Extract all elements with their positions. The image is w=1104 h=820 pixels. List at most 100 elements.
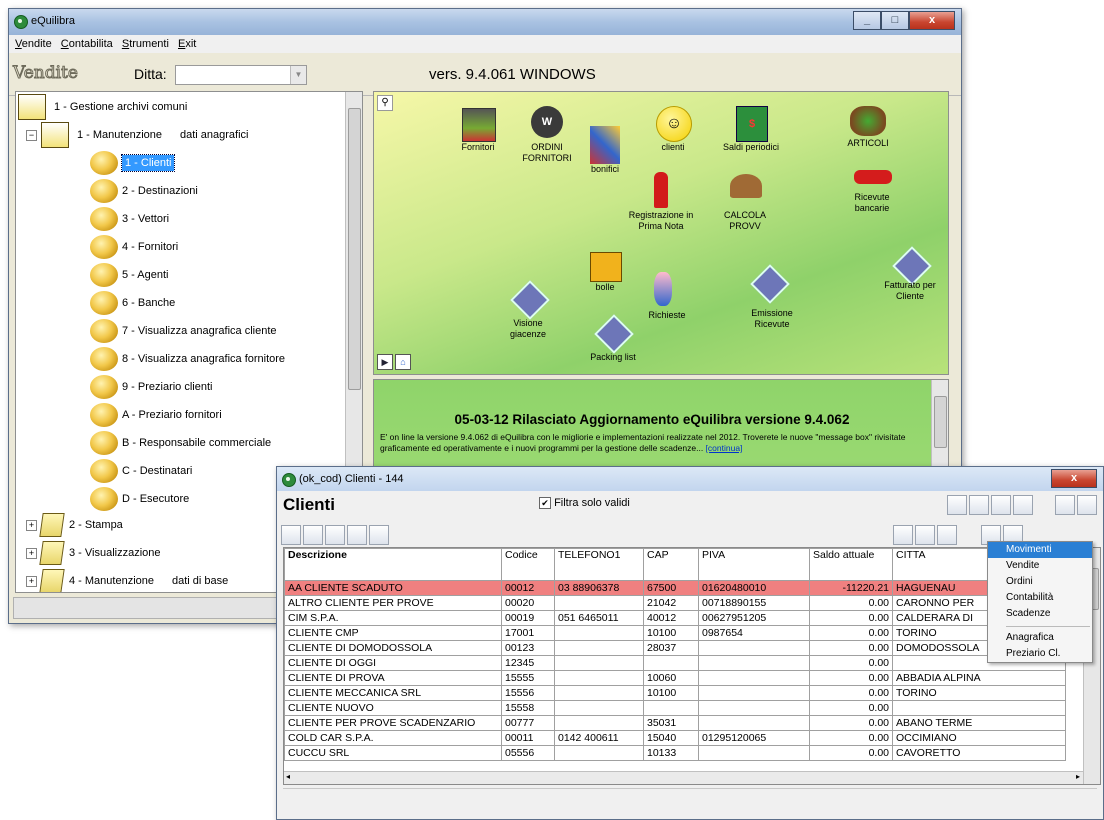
packing-icon[interactable] (594, 314, 634, 354)
exit-icon[interactable] (1077, 495, 1097, 515)
new-document-icon[interactable] (990, 495, 1011, 515)
scroll-left-icon[interactable]: ◂ (286, 772, 290, 781)
context-menu-item[interactable]: Ordini (988, 574, 1092, 590)
packing-label[interactable]: Packing list (584, 352, 642, 363)
table-row[interactable]: CLIENTE DI DOMODOSSOLA 00123 28037 0.00 DOMO… (284, 640, 1066, 656)
tree-item[interactable]: 3 - Vettori (90, 207, 169, 231)
emissione-icon[interactable] (750, 264, 790, 304)
truck-icon[interactable] (590, 252, 622, 282)
table-row[interactable]: CUCCU SRL 05556 10133 0.00 CAVORETTO (284, 745, 1066, 761)
table-row[interactable]: CIM S.P.A. 00019 051 6465011 40012 006279512… (284, 610, 1066, 626)
column-header-codice[interactable]: Codice (501, 548, 555, 581)
context-menu-item[interactable]: Vendite (988, 558, 1092, 574)
notes-icon[interactable] (937, 525, 957, 545)
articoli-label[interactable]: ARTICOLI (842, 138, 894, 149)
table-row[interactable]: CLIENTE DI PROVA 15555 10060 0.00 ABBADIA AL… (284, 670, 1066, 686)
articoli-icon[interactable] (850, 106, 886, 136)
ditta-select[interactable]: ▼ (175, 65, 307, 85)
ordini-icon[interactable]: W (531, 106, 563, 138)
news-continua-link[interactable]: [continua] (706, 443, 743, 453)
tree-item[interactable]: 1 - Clienti (90, 151, 176, 175)
scroll-right-icon[interactable]: ▸ (1076, 772, 1080, 781)
tree-group-visualizzazione[interactable]: + 3 - Visualizzazione (26, 541, 161, 565)
sync-icon[interactable] (968, 495, 989, 515)
tree-item[interactable]: 9 - Preziario clienti (90, 375, 212, 399)
form-view-icon[interactable] (1012, 495, 1033, 515)
ordini-label[interactable]: ORDINI FORNITORI (520, 142, 574, 164)
menu-vendite[interactable]: Vendite (15, 35, 52, 53)
tree-group-manutenzione[interactable]: − 1 - Manutenzione dati anagrafici (26, 122, 249, 148)
filter-checkbox-row[interactable]: ✔ Filtra solo validi (539, 497, 630, 510)
tree-item[interactable]: 7 - Visualizza anagrafica cliente (90, 319, 277, 343)
fornitori-icon[interactable] (462, 108, 496, 142)
collapse-icon[interactable]: − (26, 129, 37, 141)
saldi-label[interactable]: Saldi periodici (722, 142, 780, 153)
scrollbar-thumb[interactable] (348, 108, 361, 390)
expand-icon[interactable]: + (26, 547, 37, 559)
home-icon[interactable]: ⌂ (395, 354, 411, 370)
emissione-label[interactable]: Emissione Ricevute (740, 308, 804, 330)
hat-icon[interactable] (730, 174, 762, 198)
table-row[interactable]: ALTRO CLIENTE PER PROVE 00020 21042 0071889… (284, 595, 1066, 611)
close-button[interactable]: x (909, 11, 955, 30)
close-button[interactable]: x (1051, 469, 1097, 488)
column-header-telefono[interactable]: TELEFONO1 (554, 548, 644, 581)
filter-checkbox[interactable]: ✔ (539, 497, 551, 510)
clienti-title-bar[interactable]: (ok_cod) Clienti - 144 x (277, 467, 1103, 491)
table-row[interactable]: CLIENTE NUOVO 15558 0.00 (284, 700, 1066, 716)
expand-icon[interactable]: + (26, 575, 37, 587)
context-menu-item[interactable]: Contabilità (988, 590, 1092, 606)
table-row[interactable]: CLIENTE DI OGGI 12345 0.00 (284, 655, 1066, 671)
tree-item[interactable]: 2 - Destinazioni (90, 179, 198, 203)
table-row[interactable]: AA CLIENTE SCADUTO 00012 03 88906378 67500 0… (284, 580, 1066, 596)
scroll-up-icon[interactable] (281, 525, 301, 545)
clienti-label[interactable]: clienti (650, 142, 696, 153)
fatturato-label[interactable]: Fatturato per Cliente (874, 280, 946, 302)
scrollbar-thumb[interactable] (934, 396, 947, 448)
edit-icon[interactable] (303, 525, 323, 545)
bolle-label[interactable]: bolle (584, 282, 626, 293)
expand-icon[interactable]: + (26, 519, 37, 531)
richieste-label[interactable]: Richieste (642, 310, 692, 321)
play-icon[interactable]: ▶ (377, 354, 393, 370)
visione-label[interactable]: Visione giacenze (502, 318, 554, 340)
menu-strumenti[interactable]: Strumenti (122, 35, 169, 53)
bonifici-icon[interactable] (590, 126, 620, 164)
registrazione-label[interactable]: Registrazione in Prima Nota (626, 210, 696, 232)
copy-icon[interactable] (347, 525, 367, 545)
context-menu-item[interactable]: Preziario Cl. (988, 646, 1092, 662)
tree-group-manutenzione-base[interactable]: + 4 - Manutenzione dati di base (26, 569, 228, 592)
tree-root[interactable]: 1 - Gestione archivi comuni (18, 94, 187, 120)
table-row[interactable]: CLIENTE PER PROVE SCADENZARIO 00777 35031 0… (284, 715, 1066, 731)
minimize-button[interactable]: _ (853, 11, 881, 30)
tree-group-stampa[interactable]: + 2 - Stampa (26, 513, 123, 537)
column-header-descrizione[interactable]: Descrizione (284, 548, 502, 581)
dancer-icon[interactable] (654, 272, 672, 306)
calcola-label[interactable]: CALCOLA PROVV (714, 210, 776, 232)
tree-item[interactable]: 6 - Banche (90, 291, 175, 315)
tree-item[interactable]: 4 - Fornitori (90, 235, 178, 259)
column-header-saldo[interactable]: Saldo attuale (809, 548, 893, 581)
fornitori-label[interactable]: Fornitori (454, 142, 502, 153)
binoculars-icon[interactable]: ⚲ (377, 95, 393, 111)
print-icon[interactable] (1055, 495, 1075, 515)
table-row[interactable]: CLIENTE CMP 17001 10100 0987654 0.00 TORINO (284, 625, 1066, 641)
column-header-piva[interactable]: PIVA (698, 548, 810, 581)
visione-icon[interactable] (510, 280, 550, 320)
tree-item[interactable]: 8 - Visualizza anagrafica fornitore (90, 347, 285, 371)
table-row[interactable]: CLIENTE MECCANICA SRL 15556 10100 0.00 TORIN… (284, 685, 1066, 701)
wrench-icon[interactable] (946, 495, 967, 515)
pencil-icon[interactable] (893, 525, 913, 545)
menu-contabilita[interactable]: Contabilita (61, 35, 113, 53)
context-menu-item[interactable]: Anagrafica (988, 630, 1092, 646)
export-icon[interactable] (369, 525, 389, 545)
car-icon[interactable] (854, 170, 892, 184)
chevron-down-icon[interactable]: ▼ (290, 66, 306, 84)
context-menu-item[interactable]: Scadenze (988, 606, 1092, 622)
context-menu-item[interactable]: Movimenti (988, 542, 1092, 558)
maximize-button[interactable]: □ (881, 11, 909, 30)
saldi-icon[interactable]: $ (736, 106, 768, 142)
menu-exit[interactable]: Exit (178, 35, 196, 53)
table-row[interactable]: COLD CAR S.P.A. 00011 0142 400611 15040 0129… (284, 730, 1066, 746)
exclamation-icon[interactable] (654, 172, 668, 208)
